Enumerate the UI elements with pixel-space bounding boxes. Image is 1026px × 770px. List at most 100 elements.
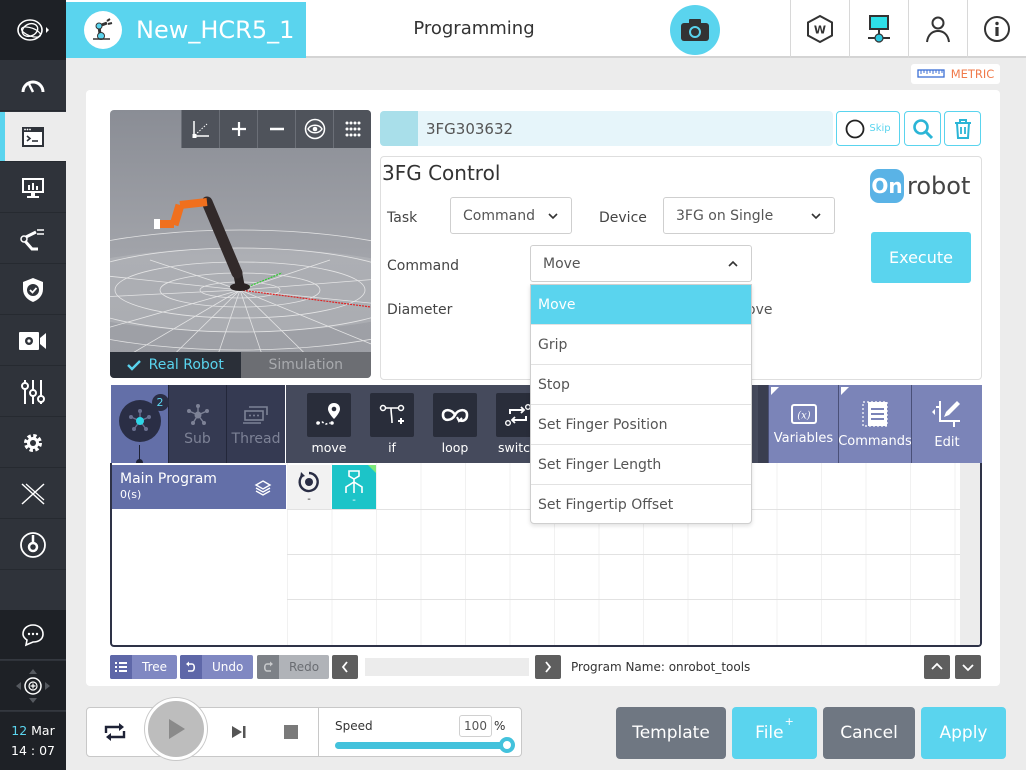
variables-label: Variables [773, 430, 834, 446]
onrobot-mark: On [870, 169, 904, 203]
chevron-left-icon [341, 661, 348, 673]
sidebar-item-safety[interactable] [0, 265, 66, 315]
option-grip[interactable]: Grip [531, 325, 751, 365]
sidebar-item-io-settings[interactable] [0, 367, 66, 417]
stop-button[interactable] [283, 724, 299, 744]
delete-button[interactable] [944, 111, 981, 146]
program-name: Program Name: onrobot_tools [571, 660, 751, 674]
app-logo[interactable] [0, 0, 66, 60]
if-branch-icon [379, 404, 405, 424]
scroll-right-button[interactable] [535, 655, 561, 679]
step-button[interactable] [230, 724, 248, 744]
undo-button[interactable]: Undo [180, 655, 254, 679]
redo-button[interactable]: Redo [257, 655, 330, 679]
play-icon [169, 719, 185, 739]
redo-icon [263, 661, 273, 672]
tool-loop[interactable]: loop [433, 393, 477, 455]
sidebar-item-programming[interactable] [0, 112, 66, 162]
speed-input[interactable]: 100 [459, 715, 492, 737]
commands-button[interactable]: Commands [838, 385, 912, 463]
edit-button[interactable]: Edit [911, 385, 982, 463]
jog-button[interactable] [0, 661, 66, 711]
zoom-out-button[interactable] [257, 110, 295, 148]
jog-pad-icon [16, 668, 50, 703]
tab-real-robot[interactable]: Real Robot [110, 352, 241, 378]
repeat-button[interactable] [103, 722, 127, 746]
variables-icon: (x) [790, 403, 817, 424]
view-button[interactable] [295, 110, 333, 148]
program-tabs: 2 Sub Thread [111, 385, 285, 466]
scroll-up-button[interactable] [924, 655, 950, 679]
option-set-finger-length[interactable]: Set Finger Length [531, 445, 751, 485]
thread-icon [243, 406, 268, 424]
template-button[interactable]: Template [616, 707, 726, 759]
program-node-gripper[interactable]: - [332, 465, 376, 509]
search-button[interactable] [904, 111, 941, 146]
cancel-button[interactable]: Cancel [823, 707, 915, 759]
grid-menu-button[interactable] [333, 110, 371, 148]
checkmark-icon [126, 360, 141, 371]
file-plus-icon: + [784, 714, 794, 728]
sliders-icon [21, 379, 45, 404]
execute-button[interactable]: Execute [871, 232, 971, 283]
grid-row-line [287, 554, 962, 555]
eye-icon [304, 118, 325, 140]
scroll-down-button[interactable] [955, 655, 981, 679]
sidebar-item-monitoring[interactable] [0, 163, 66, 213]
tree-label: Tree [142, 660, 168, 674]
robot-3d-viewer[interactable]: Real Robot Simulation [110, 110, 371, 378]
tab-thread[interactable]: Thread [227, 385, 285, 465]
screenshot-button[interactable] [670, 5, 720, 55]
scroll-left-button[interactable] [332, 655, 358, 679]
tab-sub-label: Sub [184, 431, 211, 447]
command-name-bar[interactable]: 3FG303632 [380, 111, 833, 146]
sidebar-item-extensions[interactable] [0, 469, 66, 519]
main-program-row[interactable]: Main Program 0(s) [112, 465, 286, 509]
unit-badge[interactable]: METRIC [911, 64, 1000, 84]
apply-button[interactable]: Apply [921, 707, 1006, 759]
sidebar-item-settings[interactable] [0, 418, 66, 468]
tab-simulation[interactable]: Simulation [240, 352, 371, 378]
network-button[interactable] [849, 0, 908, 58]
sidebar-item-robot-settings[interactable] [0, 214, 66, 264]
horizontal-scrollbar[interactable] [365, 658, 529, 676]
tab-sub[interactable]: Sub [169, 385, 227, 465]
axis-button[interactable] [181, 110, 219, 148]
option-stop[interactable]: Stop [531, 365, 751, 405]
info-button[interactable] [967, 0, 1026, 58]
tool-if[interactable]: if [370, 393, 414, 455]
file-button[interactable]: File + [732, 707, 817, 759]
device-select[interactable]: 3FG on Single [663, 197, 835, 234]
onrobot-logo: On robot [870, 169, 970, 203]
tree-button[interactable]: Tree [110, 655, 178, 679]
option-set-finger-position[interactable]: Set Finger Position [531, 405, 751, 445]
option-move[interactable]: Move [531, 285, 751, 325]
sidebar-item-tool[interactable] [0, 520, 66, 570]
swirl-logo-icon [17, 19, 49, 41]
tool-move-label: move [311, 440, 347, 455]
chevron-down-icon [811, 212, 821, 219]
robot-tab[interactable]: New_HCR5_1 [66, 2, 306, 58]
tool-move[interactable]: move [307, 393, 351, 455]
editor-vertical-scrollbar[interactable] [960, 463, 980, 645]
program-node-start[interactable]: - [287, 465, 331, 509]
sidebar-item-vision[interactable] [0, 316, 66, 366]
option-set-fingertip-offset[interactable]: Set Fingertip Offset [531, 485, 751, 525]
sidebar-item-dashboard[interactable] [0, 61, 66, 111]
speed-slider-handle[interactable] [499, 737, 515, 753]
chevron-up-icon [931, 662, 943, 670]
zoom-in-button[interactable] [219, 110, 257, 148]
user-button[interactable] [908, 0, 967, 58]
workspace-w-icon: W [807, 14, 833, 44]
ruler-icon [917, 69, 945, 78]
workspace-button[interactable]: W [790, 0, 849, 58]
skip-toggle[interactable]: Skip [836, 111, 900, 146]
task-select[interactable]: Command [450, 197, 572, 234]
play-button[interactable] [145, 698, 207, 760]
command-select[interactable]: Move [530, 245, 752, 282]
variables-button[interactable]: (x) Variables [768, 385, 838, 463]
chat-button[interactable] [0, 610, 66, 660]
speed-label: Speed [335, 719, 373, 733]
tab-main[interactable]: 2 [111, 385, 169, 466]
repeat-start-icon [298, 471, 319, 492]
